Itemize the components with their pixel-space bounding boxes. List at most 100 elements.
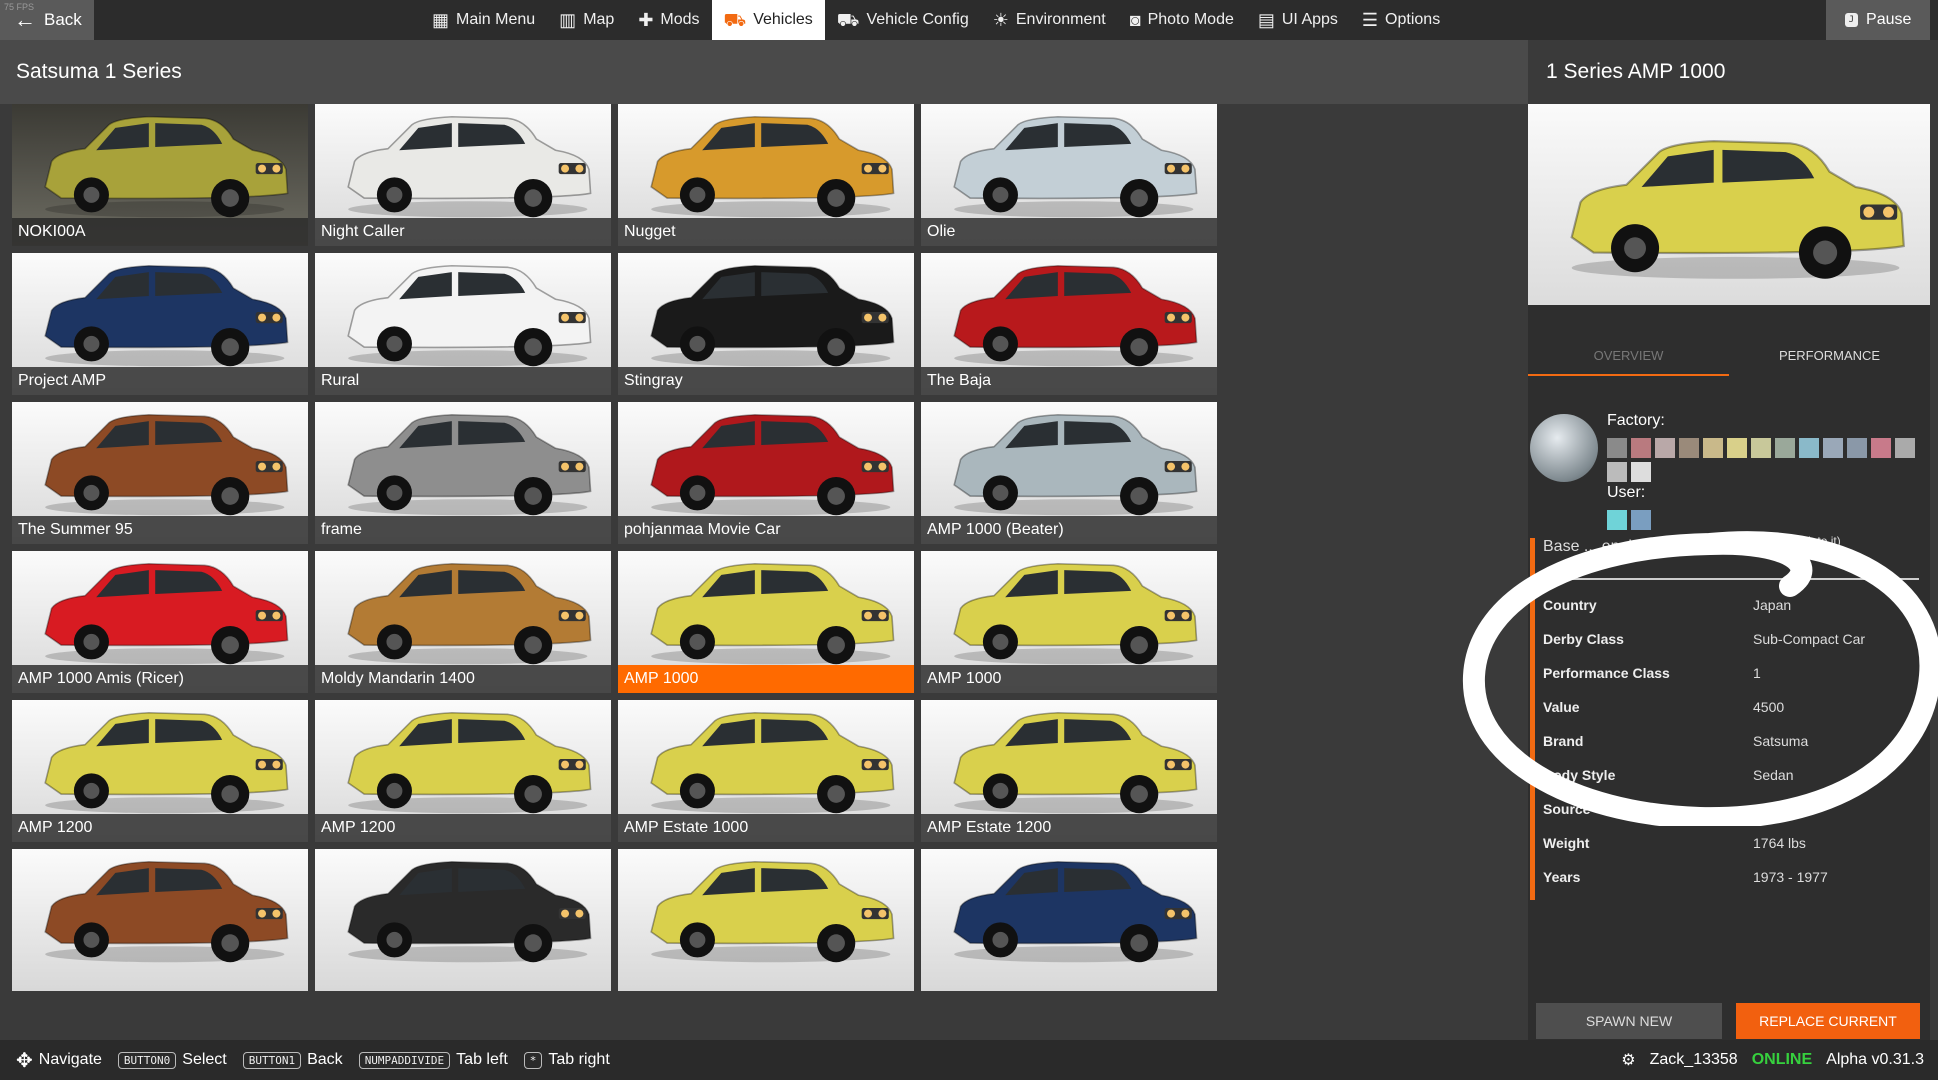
factory-paint-swatch[interactable] (1655, 438, 1675, 458)
factory-paint-swatch[interactable] (1871, 438, 1891, 458)
config-tile-amp-1000[interactable]: AMP 1000 (618, 551, 914, 693)
menu-item-options[interactable]: ☰ Options (1350, 0, 1452, 40)
config-tile-noki00a[interactable]: NOKI00A (12, 104, 308, 246)
user-label: User: (1607, 484, 1646, 501)
factory-paint-swatch[interactable] (1799, 438, 1819, 458)
map-icon: ▥ (559, 10, 577, 30)
hint-label: Tab left (456, 1051, 508, 1068)
config-tile-nugget[interactable]: Nugget (618, 104, 914, 246)
info-value: Sub-Compact Car (1753, 631, 1866, 647)
info-row-brand: Brand Satsuma (1543, 724, 1923, 758)
apps-icon: ▤ (1257, 10, 1275, 30)
config-tile-label: Stingray (618, 367, 914, 395)
config-tile-empty[interactable] (921, 849, 1217, 991)
pause-button[interactable]: J Pause (1826, 0, 1930, 40)
config-tile-moldy-mandarin-1400[interactable]: Moldy Mandarin 1400 (315, 551, 611, 693)
user-paint-swatch[interactable] (1631, 510, 1651, 530)
info-row-source: Source Custom (1543, 792, 1923, 826)
config-thumbnail (315, 402, 611, 520)
factory-paint-swatch[interactable] (1631, 462, 1651, 482)
paint-presets: Factory: User: (Right click on preset to… (1528, 396, 1930, 556)
info-value: Japan (1753, 597, 1792, 613)
menu-item-label: Map (583, 11, 615, 28)
config-tile-amp-estate-1000[interactable]: AMP Estate 1000 (618, 700, 914, 842)
user-paint-swatch[interactable] (1607, 510, 1627, 530)
config-preview-image (1528, 104, 1930, 305)
factory-paint-swatch[interactable] (1775, 438, 1795, 458)
hint-label: Tab right (548, 1051, 610, 1068)
config-tile-label: The Baja (921, 367, 1217, 395)
config-thumbnail (921, 104, 1217, 222)
config-tile-amp-1200[interactable]: AMP 1200 (315, 700, 611, 842)
factory-paint-swatch[interactable] (1847, 438, 1867, 458)
config-tile-rural[interactable]: Rural (315, 253, 611, 395)
replace-current-button[interactable]: REPLACE CURRENT (1736, 1003, 1920, 1039)
config-tile-amp-1000-beater[interactable]: AMP 1000 (Beater) (921, 402, 1217, 544)
config-tile-the-summer-95[interactable]: The Summer 95 (12, 402, 308, 544)
config-title: 1 Series AMP 1000 (1528, 40, 1930, 104)
menu-item-ui-apps[interactable]: ▤ UI Apps (1246, 0, 1350, 40)
menu-item-environment[interactable]: ☀ Environment (981, 0, 1118, 40)
factory-paint-swatch[interactable] (1607, 462, 1627, 482)
hint-back: BUTTON1 Back (242, 1051, 343, 1069)
config-tile-night-caller[interactable]: Night Caller (315, 104, 611, 246)
config-thumbnail (921, 700, 1217, 818)
car-icon: ⛟ (723, 10, 747, 30)
config-tile-amp-1200[interactable]: AMP 1200 (12, 700, 308, 842)
spawn-new-button[interactable]: SPAWN NEW (1536, 1003, 1722, 1039)
pause-label: Pause (1866, 11, 1912, 28)
config-tile-olie[interactable]: Olie (921, 104, 1217, 246)
config-tile-the-baja[interactable]: The Baja (921, 253, 1217, 395)
menu-item-vehicles[interactable]: ⛟ Vehicles (711, 0, 825, 40)
factory-paint-swatch[interactable] (1607, 438, 1627, 458)
menu-item-vehicle-config[interactable]: ⛟ Vehicle Config (825, 0, 981, 40)
config-tile-project-amp[interactable]: Project AMP (12, 253, 308, 395)
config-tile-empty[interactable] (12, 849, 308, 991)
info-key: Source (1543, 801, 1591, 817)
hint-key: * (523, 1051, 543, 1069)
info-row-years: Years 1973 - 1977 (1543, 860, 1923, 894)
factory-paint-swatch[interactable] (1727, 438, 1747, 458)
config-thumbnail (618, 700, 914, 818)
factory-label: Factory: (1607, 412, 1665, 429)
grid-icon: ▦ (432, 10, 450, 30)
config-thumbnail (315, 700, 611, 818)
hint-key: BUTTON0 (117, 1051, 177, 1069)
config-tile-amp-1000[interactable]: AMP 1000 (921, 551, 1217, 693)
info-value: Satsuma (1753, 733, 1809, 749)
config-tile-amp-estate-1200[interactable]: AMP Estate 1200 (921, 700, 1217, 842)
hint-select: BUTTON0 Select (117, 1051, 227, 1069)
config-tile-amp-1000-amis-ricer[interactable]: AMP 1000 Amis (Ricer) (12, 551, 308, 693)
preset-avatar (1530, 414, 1598, 482)
menu-item-map[interactable]: ▥ Map (547, 0, 626, 40)
tab-performance[interactable]: PERFORMANCE (1729, 340, 1930, 376)
app-root: ← Back 75 FPS ▦ Main Menu ▥ Map ✚ Mods ⛟ Vehicl… (0, 0, 1938, 1080)
status-area: ⚙ Zack_13358 ONLINE Alpha v0.31.3 (1621, 1040, 1924, 1080)
hint-key: BUTTON1 (242, 1051, 302, 1069)
config-tile-empty[interactable] (315, 849, 611, 991)
puzzle-icon: ✚ (638, 10, 654, 30)
factory-paint-swatch[interactable] (1895, 438, 1915, 458)
factory-paint-swatch[interactable] (1823, 438, 1843, 458)
factory-paint-swatch[interactable] (1751, 438, 1771, 458)
info-key: Weight (1543, 835, 1590, 851)
tab-overview[interactable]: OVERVIEW (1528, 340, 1729, 376)
factory-paint-swatch[interactable] (1679, 438, 1699, 458)
menu-item-main-menu[interactable]: ▦ Main Menu (420, 0, 547, 40)
config-tile-frame[interactable]: frame (315, 402, 611, 544)
info-key: Country (1543, 597, 1597, 613)
factory-paint-swatch[interactable] (1631, 438, 1651, 458)
hint-tab-left: NUMPADDIVIDE Tab left (358, 1051, 508, 1069)
factory-paint-swatch[interactable] (1703, 438, 1723, 458)
menu-item-mods[interactable]: ✚ Mods (626, 0, 711, 40)
menu-item-photo-mode[interactable]: ◙ Photo Mode (1118, 0, 1246, 40)
back-label: Back (44, 10, 82, 29)
config-tile-pohjanmaa-movie-car[interactable]: pohjanmaa Movie Car (618, 402, 914, 544)
info-row-weight: Weight 1764 lbs (1543, 826, 1923, 860)
config-thumbnail (921, 253, 1217, 371)
config-tile-stingray[interactable]: Stingray (618, 253, 914, 395)
config-tile-empty[interactable] (618, 849, 914, 991)
config-tile-label: AMP 1200 (12, 814, 308, 842)
config-thumbnail (921, 551, 1217, 669)
main-menu: ▦ Main Menu ▥ Map ✚ Mods ⛟ Vehicles ⛟ Vehicle Con… (420, 0, 1452, 40)
